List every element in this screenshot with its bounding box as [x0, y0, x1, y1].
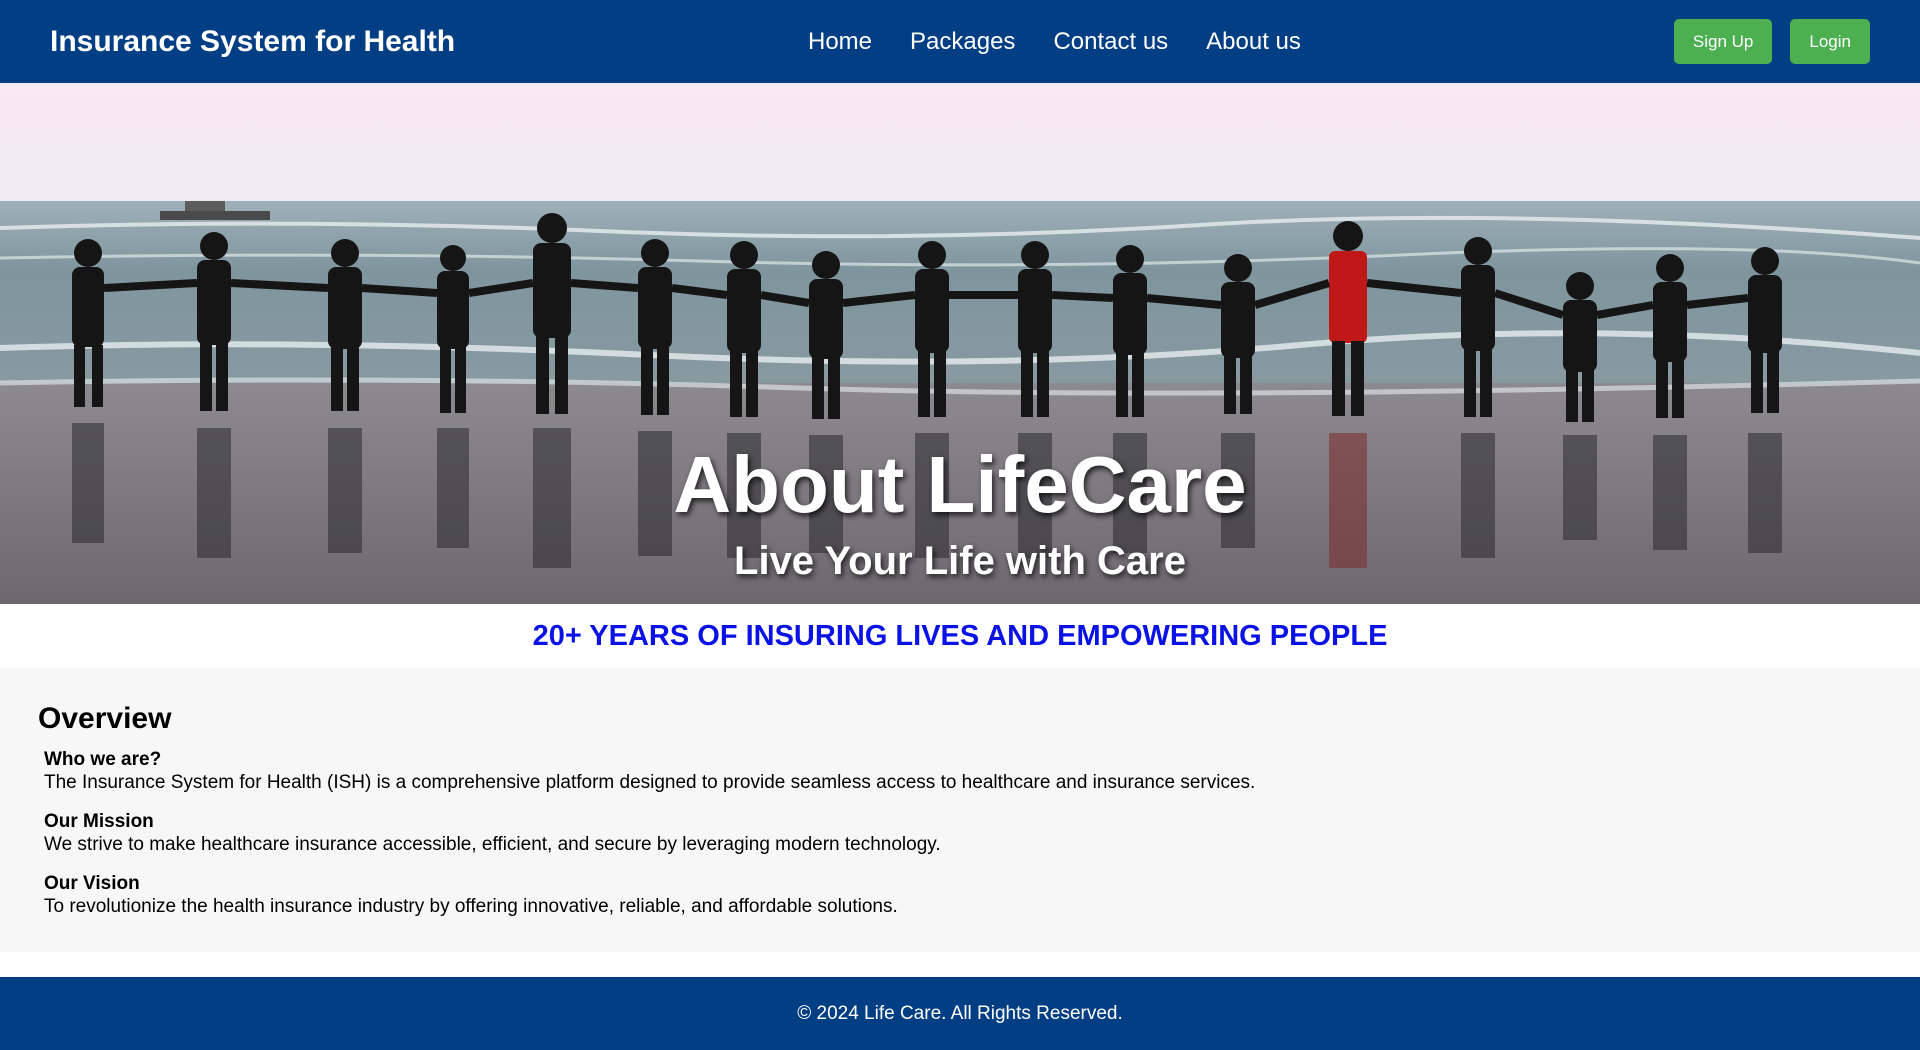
overview-text: We strive to make healthcare insurance a…: [44, 834, 941, 855]
overview-heading: Our Mission: [44, 811, 154, 832]
nav-link-contact[interactable]: Contact us: [1053, 28, 1168, 56]
sign-up-button[interactable]: Sign Up: [1673, 19, 1773, 64]
login-button[interactable]: Login: [1790, 19, 1870, 64]
nav-links: Home Packages Contact us About us: [808, 0, 1339, 83]
auth-buttons: Sign Up Login: [1673, 19, 1870, 64]
overview-heading: Who we are?: [44, 749, 162, 770]
nav-link-home[interactable]: Home: [808, 28, 872, 56]
copyright-text: © 2024 Life Care. All Rights Reserved.: [797, 1002, 1123, 1024]
overview-title: Overview: [38, 702, 172, 735]
tagline: 20+ YEARS OF INSURING LIVES AND EMPOWERI…: [0, 604, 1920, 668]
navbar: Insurance System for Health Home Package…: [0, 0, 1920, 83]
nav-link-about[interactable]: About us: [1206, 28, 1301, 56]
overview-item-vision: Our Vision To revolutionize the health i…: [44, 872, 1920, 918]
overview-item-mission: Our Mission We strive to make healthcare…: [44, 810, 1920, 856]
overview-text: The Insurance System for Health (ISH) is…: [44, 772, 1256, 793]
nav-link-packages[interactable]: Packages: [910, 28, 1015, 56]
footer: © 2024 Life Care. All Rights Reserved.: [0, 977, 1920, 1050]
brand-title[interactable]: Insurance System for Health: [50, 0, 455, 83]
overview-text: To revolutionize the health insurance in…: [44, 896, 898, 917]
hero-banner: About LifeCare Live Your Life with Care: [0, 83, 1920, 604]
overview-item-who-we-are: Who we are? The Insurance System for Hea…: [44, 748, 1920, 794]
hero-title: About LifeCare: [673, 440, 1247, 529]
hero-subtitle: Live Your Life with Care: [734, 539, 1186, 583]
overview-heading: Our Vision: [44, 873, 140, 894]
overview-section: Overview Who we are? The Insurance Syste…: [0, 668, 1920, 952]
